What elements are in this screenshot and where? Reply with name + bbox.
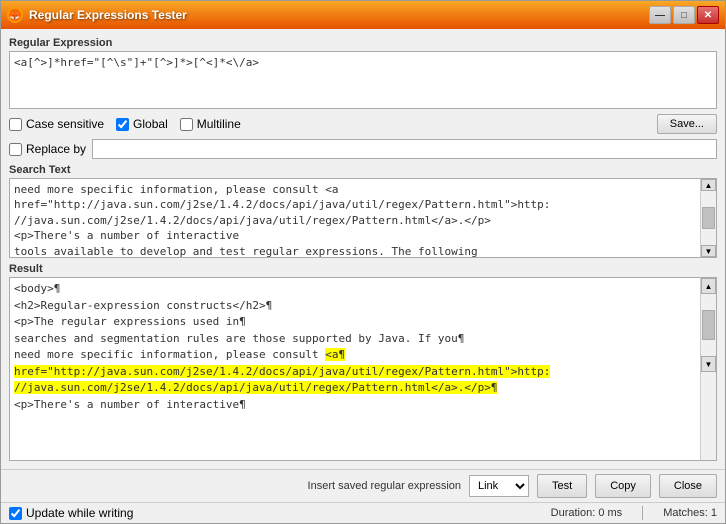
status-bar: Update while writing Duration: 0 ms Matc… bbox=[1, 502, 725, 523]
maximize-button[interactable]: □ bbox=[673, 6, 695, 24]
result-scrollbar[interactable]: ▲ ▼ bbox=[700, 278, 716, 460]
close-window-button[interactable]: ✕ bbox=[697, 6, 719, 24]
result-area[interactable]: <body>¶<h2>Regular-expression constructs… bbox=[9, 277, 717, 461]
close-button[interactable]: Close bbox=[659, 474, 717, 498]
result-line-1: <body>¶ bbox=[14, 281, 696, 298]
regex-section: Regular Expression <a[^>]*href="[^\s"]+"… bbox=[9, 37, 717, 109]
regex-input[interactable]: <a[^>]*href="[^\s"]+"[^>]*>[^<]*<\/a> bbox=[9, 51, 717, 109]
options-row: Case sensitive Global Multiline Save... bbox=[9, 114, 717, 134]
result-line-5: need more specific information, please c… bbox=[14, 347, 696, 364]
result-line-7: //java.sun.com/j2se/1.4.2/docs/api/java/… bbox=[14, 380, 696, 397]
replace-by-label: Replace by bbox=[26, 142, 86, 156]
insert-saved-label: Insert saved regular expression bbox=[308, 480, 461, 492]
regex-section-label: Regular Expression bbox=[9, 37, 717, 49]
result-scroll-thumb[interactable] bbox=[702, 310, 715, 340]
result-line-8: <p>There's a number of interactive¶ bbox=[14, 397, 696, 414]
replace-input[interactable] bbox=[92, 139, 717, 159]
highlight-start: <a¶ bbox=[325, 348, 345, 361]
search-text-area[interactable]: need more specific information, please c… bbox=[9, 178, 717, 258]
search-text-content: need more specific information, please c… bbox=[10, 179, 700, 257]
update-while-writing-label: Update while writing bbox=[26, 506, 133, 520]
scroll-up-arrow[interactable]: ▲ bbox=[701, 179, 716, 191]
result-content: <body>¶<h2>Regular-expression constructs… bbox=[10, 278, 700, 460]
window-controls: — □ ✕ bbox=[649, 6, 719, 24]
window-title: Regular Expressions Tester bbox=[29, 8, 643, 22]
matches-text: Matches: 1 bbox=[663, 507, 717, 519]
case-sensitive-option[interactable]: Case sensitive bbox=[9, 117, 104, 131]
result-line-2: <h2>Regular-expression constructs</h2>¶ bbox=[14, 298, 696, 315]
search-scrollbar[interactable]: ▲ ▼ bbox=[700, 179, 716, 257]
status-divider bbox=[642, 506, 643, 520]
test-button[interactable]: Test bbox=[537, 474, 587, 498]
result-line-4: searches and segmentation rules are thos… bbox=[14, 331, 696, 348]
global-option[interactable]: Global bbox=[116, 117, 168, 131]
global-checkbox[interactable] bbox=[116, 118, 129, 131]
search-text-label: Search Text bbox=[9, 164, 717, 176]
minimize-button[interactable]: — bbox=[649, 6, 671, 24]
insert-dropdown[interactable]: Link bbox=[469, 475, 529, 497]
case-sensitive-checkbox[interactable] bbox=[9, 118, 22, 131]
global-label: Global bbox=[133, 117, 168, 131]
duration-text: Duration: 0 ms bbox=[551, 507, 623, 519]
scroll-thumb[interactable] bbox=[702, 207, 715, 229]
main-window: 🦊 Regular Expressions Tester — □ ✕ Regul… bbox=[0, 0, 726, 524]
update-while-writing-checkbox[interactable] bbox=[9, 507, 22, 520]
result-line-6: href="http://java.sun.com/j2se/1.4.2/doc… bbox=[14, 364, 696, 381]
save-button[interactable]: Save... bbox=[657, 114, 717, 134]
copy-button[interactable]: Copy bbox=[595, 474, 651, 498]
multiline-option[interactable]: Multiline bbox=[180, 117, 241, 131]
multiline-label: Multiline bbox=[197, 117, 241, 131]
title-bar: 🦊 Regular Expressions Tester — □ ✕ bbox=[1, 1, 725, 29]
result-scroll-down[interactable]: ▼ bbox=[701, 356, 716, 372]
result-section: Result <body>¶<h2>Regular-expression con… bbox=[9, 263, 717, 461]
replace-by-checkbox[interactable] bbox=[9, 143, 22, 156]
scroll-down-arrow[interactable]: ▼ bbox=[701, 245, 716, 257]
replace-row: Replace by bbox=[9, 139, 717, 159]
replace-by-option[interactable]: Replace by bbox=[9, 142, 86, 156]
bottom-action-bar: Insert saved regular expression Link Tes… bbox=[1, 469, 725, 502]
app-icon: 🦊 bbox=[7, 7, 23, 23]
result-scroll-up[interactable]: ▲ bbox=[701, 278, 716, 294]
result-section-label: Result bbox=[9, 263, 717, 275]
highlight-middle: href="http://java.sun.com/j2se/1.4.2/doc… bbox=[14, 365, 550, 378]
highlight-end: //java.sun.com/j2se/1.4.2/docs/api/java/… bbox=[14, 381, 497, 394]
update-while-writing-row: Update while writing bbox=[9, 506, 531, 520]
search-text-section: Search Text need more specific informati… bbox=[9, 164, 717, 258]
result-line-3: <p>The regular expressions used in¶ bbox=[14, 314, 696, 331]
main-content: Regular Expression <a[^>]*href="[^\s"]+"… bbox=[1, 29, 725, 469]
multiline-checkbox[interactable] bbox=[180, 118, 193, 131]
case-sensitive-label: Case sensitive bbox=[26, 117, 104, 131]
